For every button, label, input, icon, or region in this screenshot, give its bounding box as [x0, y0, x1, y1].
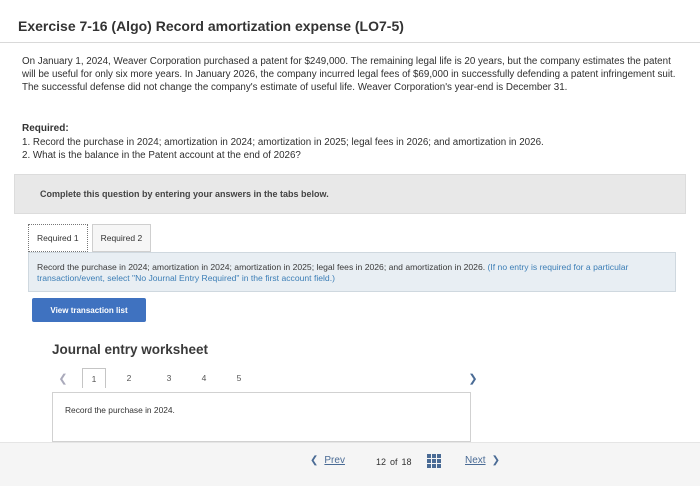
worksheet-entry-text: Record the purchase in 2024. [65, 405, 175, 415]
tab-required-1[interactable]: Required 1 [28, 224, 88, 252]
requirement-tabs: Required 1 Required 2 [28, 224, 152, 252]
tab-instruction-main: Record the purchase in 2024; amortizatio… [37, 262, 486, 272]
tab-required-2[interactable]: Required 2 [91, 224, 152, 252]
required-list: 1. Record the purchase in 2024; amortiza… [22, 136, 544, 162]
required-item-1: 1. Record the purchase in 2024; amortiza… [22, 137, 544, 148]
instructions-text: Complete this question by entering your … [40, 189, 329, 199]
worksheet-title: Journal entry worksheet [52, 342, 209, 357]
worksheet-entry-box: Record the purchase in 2024. [52, 392, 471, 442]
title-divider [0, 42, 700, 43]
worksheet-pager: ❮ 1 2 3 4 5 [52, 368, 472, 390]
pager-page-1[interactable]: 1 [82, 368, 106, 388]
tab-instruction-panel: Record the purchase in 2024; amortizatio… [28, 252, 676, 292]
prev-chevron-icon: ❮ [310, 455, 319, 466]
prev-button[interactable]: ❮ Prev [310, 455, 345, 466]
exercise-title: Exercise 7-16 (Algo) Record amortization… [18, 18, 404, 34]
required-heading: Required: [22, 123, 69, 134]
pager-page-4[interactable]: 4 [197, 368, 211, 388]
next-label: Next [465, 455, 486, 466]
problem-text: On January 1, 2024, Weaver Corporation p… [22, 56, 676, 93]
page-total: 18 [401, 457, 412, 467]
required-item-2: 2. What is the balance in the Patent acc… [22, 150, 301, 161]
page-current: 12 [376, 457, 387, 467]
next-chevron-icon: ❯ [491, 455, 500, 466]
navigation-footer [0, 442, 700, 486]
chevron-left-icon[interactable]: ❮ [56, 368, 70, 388]
pager-page-5[interactable]: 5 [232, 368, 246, 388]
next-button[interactable]: Next ❯ [465, 455, 500, 466]
grid-icon[interactable] [427, 454, 441, 468]
instructions-panel: Complete this question by entering your … [14, 174, 686, 214]
pager-page-2[interactable]: 2 [122, 368, 136, 388]
pager-page-3[interactable]: 3 [162, 368, 176, 388]
view-transaction-list-button[interactable]: View transaction list [32, 298, 146, 322]
chevron-right-icon[interactable]: ❯ [466, 368, 480, 388]
page-counter: 12 of 18 [376, 457, 412, 467]
prev-label: Prev [324, 455, 345, 466]
tab-instruction-text: Record the purchase in 2024; amortizatio… [29, 253, 675, 283]
page-of: of [390, 457, 398, 467]
